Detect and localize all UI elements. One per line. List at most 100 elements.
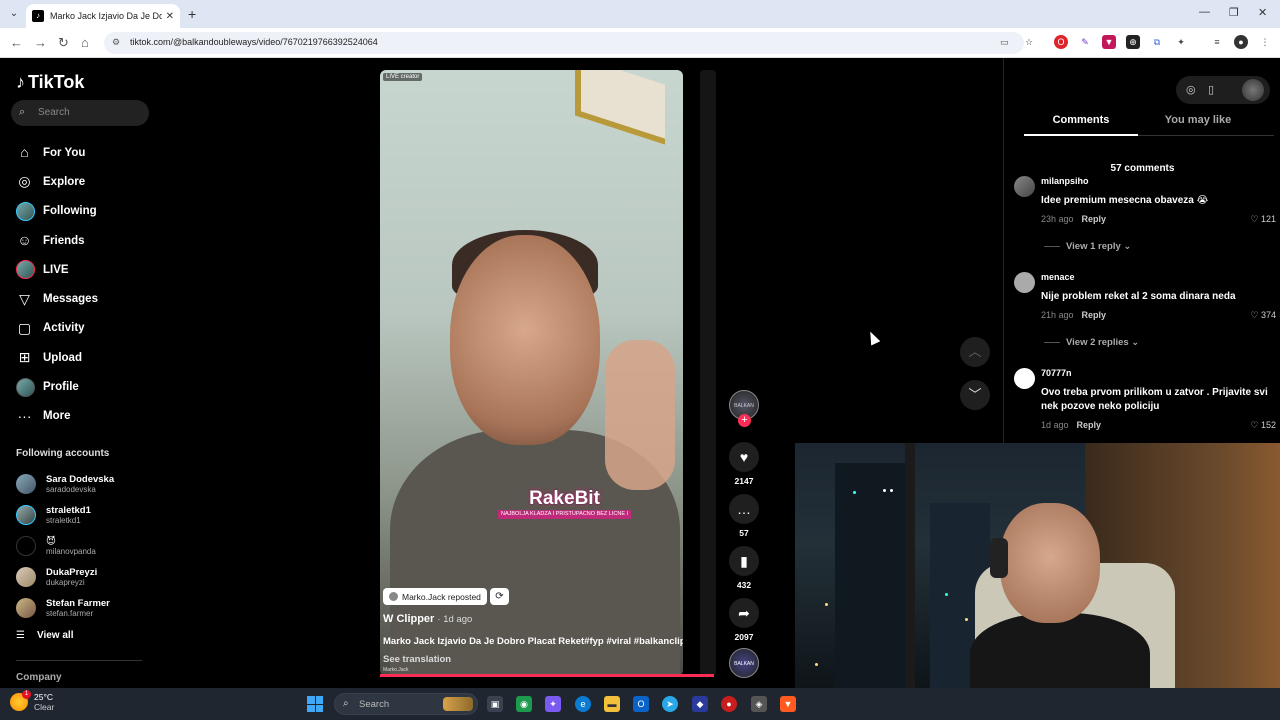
- new-tab-icon[interactable]: +: [188, 6, 196, 22]
- device-icon[interactable]: ▯: [1208, 83, 1214, 96]
- comment-item: 70777n Ovo treba prvom prilikom u zatvor…: [1014, 368, 1276, 438]
- weather-widget[interactable]: 1 25°C Clear: [10, 690, 54, 712]
- avatar[interactable]: [1242, 79, 1264, 101]
- tiktok-logo[interactable]: ♪ TikTok: [16, 72, 84, 93]
- chat-app-icon[interactable]: ◉: [516, 696, 532, 712]
- following-account-item[interactable]: Sara Dodevska saradodevska: [16, 468, 114, 499]
- record-app-icon[interactable]: ●: [721, 696, 737, 712]
- browser-tab[interactable]: ♪ Marko Jack Izjavio Da Je Dobro ✕: [26, 4, 180, 28]
- sidebar-divider: [16, 660, 142, 661]
- brave-browser-icon[interactable]: ▼: [780, 696, 796, 712]
- menu-item-activity[interactable]: ▢ Activity: [16, 314, 98, 343]
- see-translation-link[interactable]: See translation: [383, 654, 451, 665]
- reply-button[interactable]: Reply: [1082, 214, 1107, 224]
- following-accounts-title: Following accounts: [16, 448, 110, 459]
- menu-item-for-you[interactable]: ⌂ For You: [16, 138, 98, 167]
- pen-extension-icon[interactable]: ✎: [1078, 35, 1092, 49]
- bookmark-star-icon[interactable]: ☆: [1022, 35, 1036, 49]
- tab-close-icon[interactable]: ✕: [166, 11, 174, 22]
- menu-item-explore[interactable]: ◎ Explore: [16, 167, 98, 196]
- edge-browser-icon[interactable]: e: [575, 696, 591, 712]
- comment-likes[interactable]: ♡ 374: [1250, 310, 1276, 321]
- repost-icon[interactable]: ⟳: [490, 588, 509, 605]
- outlook-icon[interactable]: O: [633, 696, 649, 712]
- comment-meta: 1d ago Reply: [1041, 420, 1102, 430]
- forward-icon[interactable]: →: [34, 35, 47, 50]
- like-button[interactable]: ♥ 2147: [728, 442, 760, 486]
- share-button[interactable]: ➦ 2097: [728, 598, 760, 642]
- reply-button[interactable]: Reply: [1077, 420, 1102, 430]
- compass-icon: ◎: [18, 173, 31, 190]
- menu-item-profile[interactable]: Profile: [16, 372, 98, 401]
- following-account-item[interactable]: Stefan Farmer stefan.farmer: [16, 592, 114, 623]
- taskbar-search-input[interactable]: ⌕ Search: [334, 693, 478, 715]
- windows-start-icon[interactable]: [307, 696, 323, 712]
- video-progress-bar[interactable]: [380, 674, 714, 677]
- following-accounts-list: Sara Dodevska saradodevska straletkd1 stra…: [16, 468, 114, 623]
- reading-list-icon[interactable]: ≡: [1210, 35, 1224, 49]
- following-account-item[interactable]: 😈 milanovpanda: [16, 530, 114, 561]
- video-author[interactable]: W Clipper · 1d ago: [383, 613, 472, 625]
- file-explorer-icon[interactable]: ▬: [604, 696, 620, 712]
- puzzle-extension-icon[interactable]: ✦: [1174, 35, 1188, 49]
- tab-comments[interactable]: Comments: [1024, 114, 1138, 126]
- menu-kebab-icon[interactable]: ⋮: [1258, 35, 1272, 49]
- reply-button[interactable]: Reply: [1082, 310, 1107, 320]
- window-close-icon[interactable]: ✕: [1258, 6, 1267, 19]
- comment-user[interactable]: menace: [1041, 272, 1075, 282]
- back-icon[interactable]: ←: [10, 35, 23, 50]
- search-input[interactable]: ⌕ Search: [11, 100, 149, 126]
- comment-likes[interactable]: ♡ 152: [1250, 420, 1276, 431]
- previous-video-icon[interactable]: ︿: [960, 337, 990, 367]
- tab-search-icon[interactable]: ⌄: [6, 6, 22, 22]
- following-account-item[interactable]: DukaPreyzi dukapreyzi: [16, 561, 114, 592]
- follow-plus-icon[interactable]: +: [738, 414, 751, 427]
- avatar[interactable]: [1014, 368, 1035, 389]
- telegram-icon[interactable]: ➤: [662, 696, 678, 712]
- app-icon[interactable]: ◆: [692, 696, 708, 712]
- comment-user[interactable]: milanpsiho: [1041, 176, 1089, 186]
- avatar[interactable]: [1014, 272, 1035, 293]
- avatar[interactable]: [1014, 176, 1035, 197]
- menu-item-live[interactable]: LIVE: [16, 255, 98, 284]
- video-description: Marko Jack Izjavio Da Je Dobro Placat Re…: [383, 636, 683, 647]
- copilot-icon[interactable]: ✦: [545, 696, 561, 712]
- app-icon[interactable]: ◈: [751, 696, 767, 712]
- compass-icon[interactable]: ◎: [1186, 83, 1196, 96]
- shield-extension-icon[interactable]: ▼: [1102, 35, 1116, 49]
- video-player[interactable]: LIVE creator RakeBit NAJBOLJA KLADZA I P…: [380, 70, 683, 676]
- live-creator-badge: LIVE creator: [383, 73, 423, 81]
- following-account-item[interactable]: straletkd1 straletkd1: [16, 499, 114, 530]
- view-all-button[interactable]: ☰ View all: [16, 630, 73, 641]
- menu-item-following[interactable]: Following: [16, 197, 98, 226]
- profile-icon[interactable]: ●: [1234, 35, 1248, 49]
- company-link[interactable]: Company: [16, 672, 62, 683]
- view-replies-button[interactable]: View 1 reply ⌄: [1044, 241, 1131, 252]
- activity-icon: ▢: [17, 319, 32, 336]
- restore-icon[interactable]: ❐: [1229, 6, 1239, 19]
- comment-button[interactable]: … 57: [728, 494, 760, 538]
- translate-extension-icon[interactable]: ⧉: [1150, 35, 1164, 49]
- extension-icon[interactable]: ⊕: [1126, 35, 1140, 49]
- minimize-icon[interactable]: —: [1199, 6, 1210, 18]
- menu-item-friends[interactable]: ☺ Friends: [16, 226, 98, 255]
- reload-icon[interactable]: ↻: [58, 35, 69, 51]
- tab-you-may-like[interactable]: You may like: [1138, 114, 1258, 126]
- site-info-icon[interactable]: ⚙: [112, 37, 120, 48]
- home-icon[interactable]: ⌂: [81, 35, 89, 50]
- save-button[interactable]: ▮ 432: [728, 546, 760, 590]
- comment-likes[interactable]: ♡ 121: [1250, 214, 1276, 225]
- url-field[interactable]: ⚙ tiktok.com/@balkandoubleways/video/767…: [104, 32, 1024, 54]
- opera-extension-icon[interactable]: O: [1054, 35, 1068, 49]
- music-avatar[interactable]: BALKAN: [729, 648, 759, 678]
- next-video-icon[interactable]: ﹀: [960, 380, 990, 410]
- comment-user[interactable]: 70777n: [1041, 368, 1072, 378]
- menu-item-more[interactable]: ··· More: [16, 402, 98, 431]
- view-replies-button[interactable]: View 2 replies ⌄: [1044, 337, 1139, 348]
- menu-item-messages[interactable]: ▽ Messages: [16, 284, 98, 313]
- menu-item-upload[interactable]: ⊞ Upload: [16, 343, 98, 372]
- task-view-icon[interactable]: ▣: [487, 696, 503, 712]
- comment-text: Idee premium mesecna obaveza 😭: [1041, 195, 1209, 206]
- repost-badge[interactable]: Marko.Jack reposted: [383, 588, 487, 605]
- cast-icon[interactable]: ▭: [1000, 37, 1009, 48]
